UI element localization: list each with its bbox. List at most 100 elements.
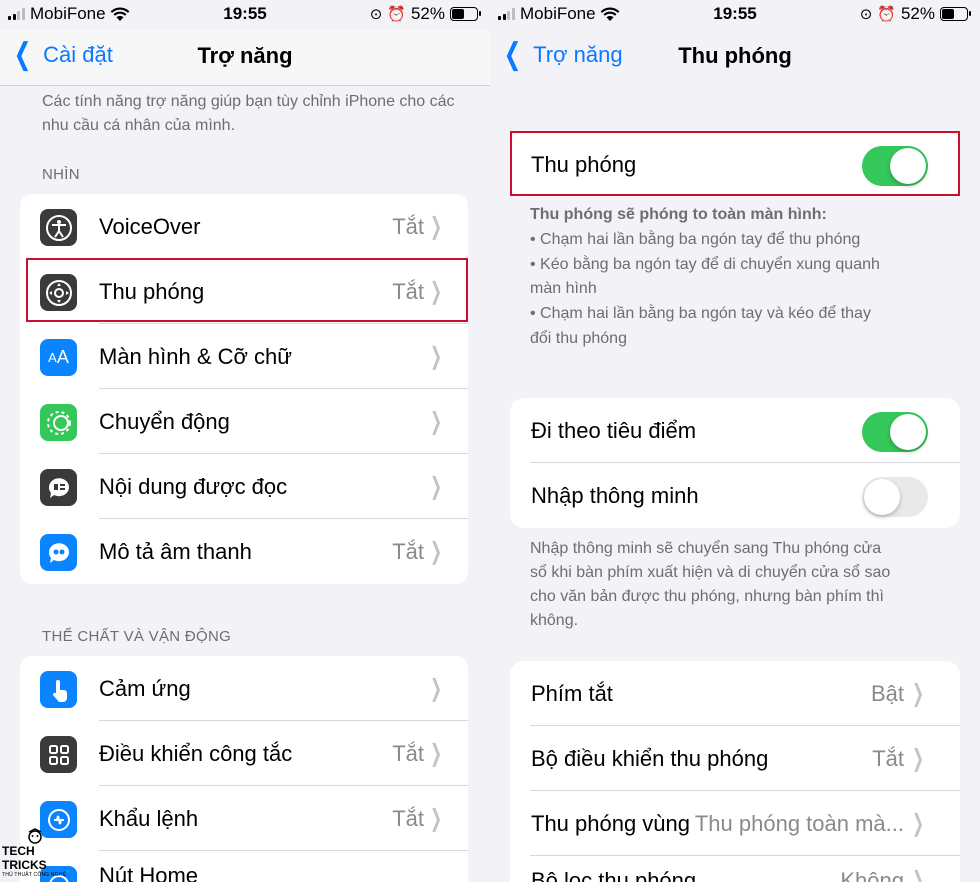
row-label: Đi theo tiêu điểm — [531, 417, 697, 443]
smart-typing-switch[interactable] — [862, 477, 928, 517]
chevron-right-icon: ❯ — [429, 538, 442, 565]
watermark-subtitle: THỦ THUẬT CÔNG NGHỆ — [2, 872, 67, 878]
chevron-right-icon: ❯ — [911, 680, 924, 707]
battery-icon — [450, 7, 481, 21]
navigation-bar: ❮ Cài đặt Trợ năng — [0, 30, 490, 86]
row-zoom-controller[interactable]: Bộ điều khiển thu phóng Tắt ❯ — [510, 726, 960, 791]
switch-control-icon — [40, 736, 77, 773]
row-audio-description[interactable]: Mô tả âm thanh Tắt ❯ — [20, 519, 468, 584]
text-size-icon: AA — [40, 339, 77, 376]
row-label: Chuyển động — [99, 408, 230, 434]
smart-desc-line: cho văn bản được thu phóng, nhưng bàn ph… — [530, 588, 884, 605]
row-smart-typing[interactable]: Nhập thông minh — [510, 463, 960, 528]
row-follow-focus[interactable]: Đi theo tiêu điểm — [510, 398, 960, 463]
back-button[interactable]: ❮ Trợ năng — [500, 38, 623, 71]
zoom-icon — [40, 274, 77, 311]
battery-percent: 52% — [410, 4, 445, 23]
smart-desc-line: sổ khi bàn phím xuất hiện và di chuyển c… — [530, 564, 891, 581]
row-voice-control[interactable]: Khẩu lệnh Tắt ❯ — [20, 786, 468, 851]
row-motion[interactable]: Chuyển động ❯ — [20, 389, 468, 454]
chevron-left-icon: ❮ — [503, 38, 522, 71]
row-label: Phím tắt — [531, 680, 613, 706]
row-voiceover[interactable]: VoiceOver Tắt ❯ — [20, 194, 468, 259]
alarm-icon: ⏰ — [877, 6, 896, 23]
chevron-right-icon: ❯ — [429, 805, 442, 832]
zoom-switch[interactable] — [862, 146, 928, 186]
follow-focus-switch[interactable] — [862, 412, 928, 452]
chevron-right-icon: ❯ — [911, 810, 924, 837]
accessibility-description: Các tính năng trợ năng giúp bạn tùy chỉn… — [42, 93, 455, 134]
row-label: Bộ lọc thu phóng — [531, 868, 697, 882]
row-value: Tắt — [392, 740, 424, 766]
voiceover-icon — [40, 209, 77, 246]
back-button[interactable]: ❮ Cài đặt — [10, 40, 113, 70]
row-value: Không — [840, 868, 904, 882]
section-header-physical: THỂ CHẤT VÀ VẬN ĐỘNG — [42, 628, 232, 645]
battery-percent: 52% — [900, 4, 935, 23]
row-zoom[interactable]: Thu phóng Tắt ❯ — [20, 259, 468, 324]
alarm-icon: ⏰ — [387, 6, 406, 23]
chevron-right-icon: ❯ — [429, 473, 442, 500]
vision-group: VoiceOver Tắt ❯ Thu phóng Tắt ❯ AA Màn h… — [20, 194, 468, 584]
back-label: Cài đặt — [43, 42, 113, 67]
row-label: Khẩu lệnh — [99, 805, 199, 831]
row-zoom-region[interactable]: Thu phóng vùng Thu phóng toàn mà... ❯ — [510, 791, 960, 856]
row-value: Tắt — [872, 745, 904, 771]
row-value: Bật — [870, 680, 904, 706]
back-label: Trợ năng — [533, 42, 623, 67]
zoom-screen: MobiFone 19:55 ⊙ ⏰ 52% ❮ Trợ năng Thu ph… — [490, 0, 980, 882]
zoom-settings-group: Phím tắt Bật ❯ Bộ điều khiển thu phóng T… — [510, 661, 960, 882]
touch-icon — [40, 671, 77, 708]
row-label: Cảm ứng — [99, 675, 191, 701]
row-label: Nhập thông minh — [531, 482, 699, 508]
row-label: Màn hình & Cỡ chữ — [99, 343, 293, 369]
row-label: Bộ điều khiển thu phóng — [531, 745, 769, 771]
zoom-desc-line: • Kéo bằng ba ngón tay để di chuyển xung… — [530, 255, 880, 273]
row-spoken-content[interactable]: Nội dung được đọc ❯ — [20, 454, 468, 519]
row-value: Tắt — [392, 538, 424, 564]
row-display-text-size[interactable]: AA Màn hình & Cỡ chữ ❯ — [20, 324, 468, 389]
row-label: Thu phóng vùng — [531, 810, 691, 836]
status-bar: MobiFone 19:55 ⊙ ⏰ 52% — [0, 0, 490, 30]
chevron-right-icon: ❯ — [429, 675, 442, 702]
chevron-right-icon: ❯ — [429, 408, 442, 435]
tech-tricks-mascot-icon — [28, 828, 42, 844]
chevron-right-icon: ❯ — [429, 740, 442, 767]
focus-typing-group: Đi theo tiêu điểm Nhập thông minh — [510, 398, 960, 528]
zoom-desc-line: màn hình — [530, 280, 597, 298]
zoom-desc-line: • Chạm hai lần bằng ba ngón tay để thu p… — [530, 230, 861, 248]
watermark-title: TECH TRICKS — [2, 844, 47, 872]
row-label: Mô tả âm thanh — [99, 538, 252, 564]
orientation-lock-icon: ⊙ — [369, 6, 383, 23]
row-home-button[interactable]: Nút Home — [20, 851, 468, 882]
row-label: VoiceOver — [99, 213, 201, 239]
physical-group: Cảm ứng ❯ Điều khiển công tắc Tắt ❯ Khẩu… — [20, 656, 468, 882]
watermark-logo: TECH TRICKS THỦ THUẬT CÔNG NGHỆ — [2, 828, 72, 878]
row-switch-control[interactable]: Điều khiển công tắc Tắt ❯ — [20, 721, 468, 786]
chevron-right-icon: ❯ — [911, 867, 924, 882]
status-right: ⊙ ⏰ 52% — [369, 4, 481, 24]
zoom-desc-title: Thu phóng sẽ phóng to toàn màn hình: — [530, 206, 827, 223]
smart-desc-line: Nhập thông minh sẽ chuyển sang Thu phóng… — [530, 540, 882, 557]
audio-description-icon — [40, 534, 77, 571]
row-zoom-toggle[interactable]: Thu phóng — [510, 132, 960, 197]
switch-knob — [890, 148, 926, 184]
chevron-right-icon: ❯ — [429, 213, 442, 240]
zoom-desc-line: • Chạm hai lần bằng ba ngón tay và kéo đ… — [530, 305, 871, 323]
smart-typing-description: Nhập thông minh sẽ chuyển sang Thu phóng… — [530, 537, 970, 633]
row-label: Thu phóng — [531, 151, 637, 177]
row-label: Điều khiển công tắc — [99, 740, 293, 766]
row-touch[interactable]: Cảm ứng ❯ — [20, 656, 468, 721]
switch-knob — [890, 414, 926, 450]
zoom-desc-line: đổi thu phóng — [530, 329, 627, 347]
row-zoom-filter[interactable]: Bộ lọc thu phóng Không ❯ — [510, 856, 960, 882]
accessibility-screen: MobiFone 19:55 ⊙ ⏰ 52% ❮ Cài đặt Trợ năn… — [0, 0, 490, 882]
row-value: Tắt — [392, 805, 424, 831]
switch-knob — [864, 479, 900, 515]
row-shortcut[interactable]: Phím tắt Bật ❯ — [510, 661, 960, 726]
zoom-description: Thu phóng sẽ phóng to toàn màn hình: • C… — [530, 203, 970, 352]
row-label: Nội dung được đọc — [99, 473, 288, 499]
chevron-right-icon: ❯ — [429, 278, 442, 305]
smart-desc-line: không. — [530, 612, 579, 629]
row-label: Nút Home — [99, 863, 199, 882]
